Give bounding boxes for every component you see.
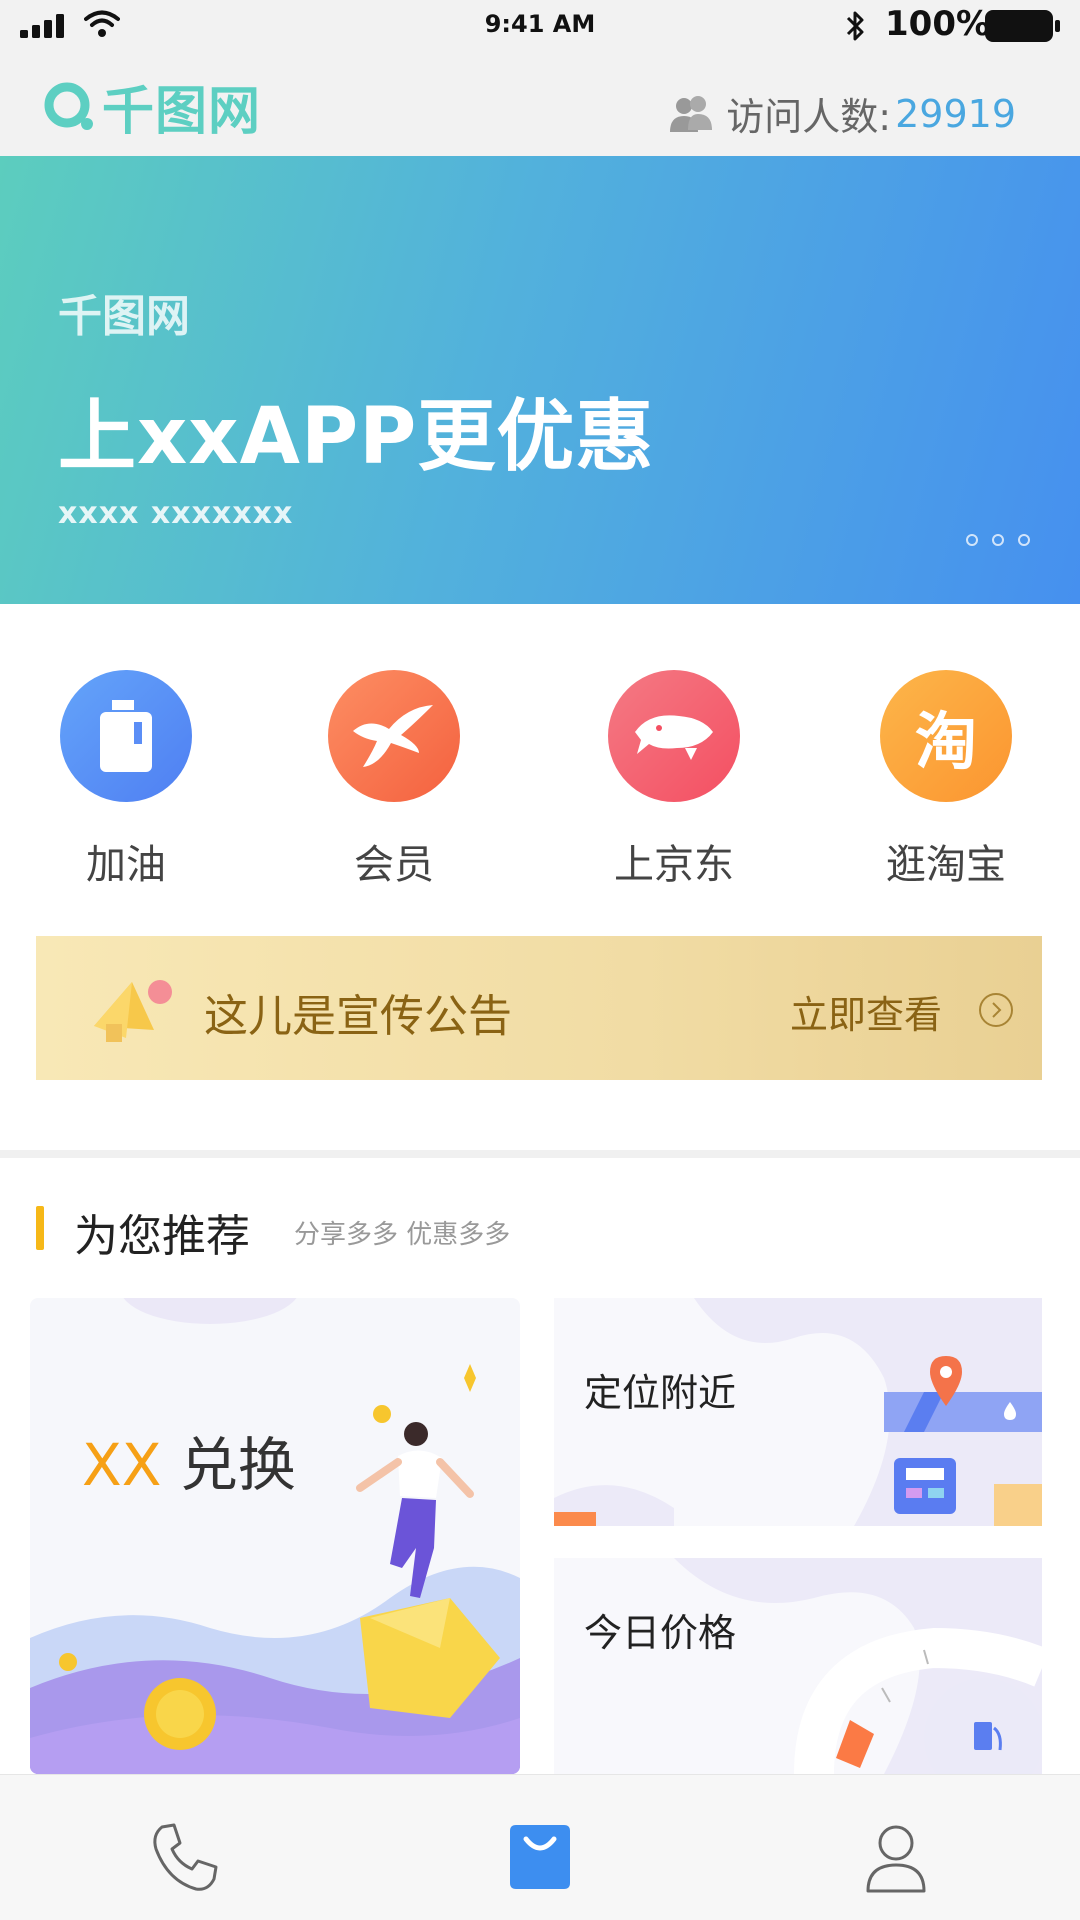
quick-item-fuel[interactable]: 加油 [26, 670, 226, 890]
exchange-title: XX 兑换 [82, 1431, 296, 1499]
announcement-bar[interactable]: 这儿是宣传公告 立即查看 [36, 936, 1042, 1080]
quick-item-jd[interactable]: 上京东 [574, 670, 774, 890]
chevron-right-icon[interactable] [978, 992, 1014, 1028]
plane-icon [328, 670, 460, 802]
quick-item-member[interactable]: 会员 [294, 670, 494, 890]
banner-subtitle: 千图网 [58, 291, 190, 342]
app-header: 千图网 访问人数: 29919 [0, 52, 1080, 156]
logo-icon [44, 82, 93, 130]
pagination-dot[interactable] [1018, 534, 1030, 546]
section-accent-bar [36, 1206, 44, 1250]
battery-icon [985, 10, 1060, 42]
user-icon[interactable] [856, 1817, 936, 1897]
banner-title: 上xxAPP更优惠 [58, 392, 655, 482]
fuel-icon [60, 670, 192, 802]
pagination-dot[interactable] [992, 534, 1004, 546]
announcement-text: 这儿是宣传公告 [204, 991, 512, 1042]
nearby-title: 定位附近 [584, 1371, 737, 1415]
users-icon [670, 95, 713, 132]
jd-dog-icon [608, 670, 740, 802]
recommend-title: 为您推荐 [74, 1211, 250, 1262]
banner-note: xxxx xxxxxxx [58, 496, 294, 531]
quick-label: 上京东 [614, 842, 734, 888]
bluetooth-icon [846, 11, 864, 41]
quick-access-row: 加油 会员 上京东 淘 逛淘宝 [0, 636, 1080, 906]
section-divider [0, 1150, 1080, 1158]
view-now-link[interactable]: 立即查看 [790, 984, 942, 1039]
shopping-bag-icon[interactable] [500, 1817, 580, 1897]
recommend-subtitle: 分享多多 优惠多多 [294, 1220, 511, 1250]
megaphone-icon [94, 980, 172, 1042]
exchange-card[interactable]: XX 兑换 [30, 1298, 520, 1774]
price-card[interactable]: 今日价格 [554, 1558, 1042, 1774]
taobao-icon: 淘 [880, 670, 1012, 802]
visitors-label: 访问人数: [726, 95, 892, 139]
gauge-illustration [674, 1558, 1042, 1774]
quick-label: 加油 [86, 842, 166, 888]
banner-pagination[interactable] [966, 534, 1030, 546]
status-bar: 9:41 AM 100% [0, 0, 1080, 52]
price-title: 今日价格 [584, 1611, 737, 1655]
quick-label: 会员 [354, 842, 434, 888]
phone-icon[interactable] [144, 1817, 224, 1897]
quick-label: 逛淘宝 [886, 842, 1006, 888]
promo-banner[interactable]: 千图网 上xxAPP更优惠 xxxx xxxxxxx [0, 156, 1080, 604]
exchange-illustration [30, 1298, 520, 1774]
bottom-tab-bar [0, 1774, 1080, 1920]
logo-text: 千图网 [102, 81, 262, 142]
battery-percent: 100% [885, 4, 991, 44]
visitor-counter: 访问人数: 29919 [670, 86, 1016, 141]
quick-item-taobao[interactable]: 淘 逛淘宝 [846, 670, 1046, 890]
app-logo[interactable]: 千图网 [42, 76, 261, 142]
visitors-count: 29919 [895, 91, 1016, 136]
nearby-card[interactable]: 定位附近 [554, 1298, 1042, 1526]
pagination-dot[interactable] [966, 534, 978, 546]
